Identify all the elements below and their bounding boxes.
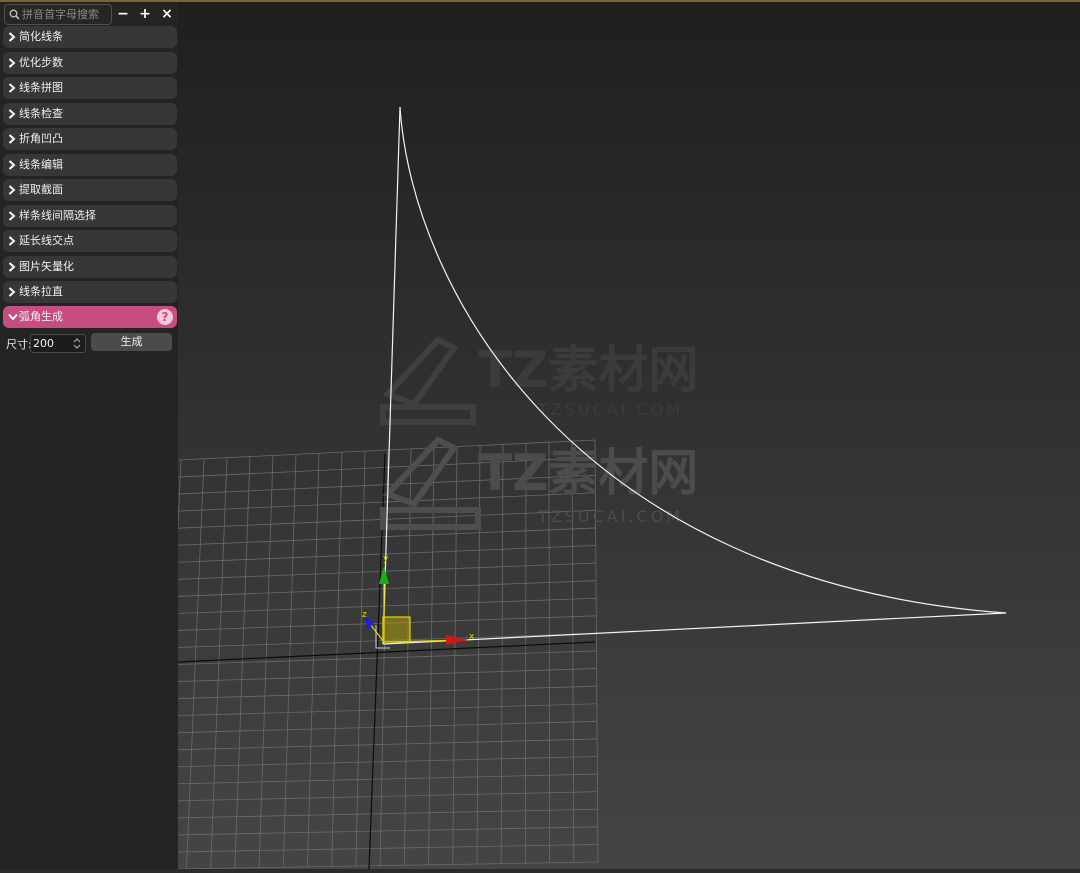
menu-item-label: 弧角生成 xyxy=(19,310,63,323)
3d-viewport[interactable]: TZ素材网 TZSUCAI.COM TZ素材网 TZSUCAI.COM y x xyxy=(137,2,1080,871)
viewport-background xyxy=(178,2,1080,869)
chevron-right-icon xyxy=(8,134,16,144)
menu-item-label: 延长线交点 xyxy=(19,234,74,247)
gizmo-y-label: y xyxy=(383,554,389,564)
menu-item-optimize-steps[interactable]: 优化步数 xyxy=(3,51,177,74)
search-field[interactable] xyxy=(4,4,112,25)
search-input[interactable] xyxy=(22,6,108,22)
generate-button[interactable]: 生成 xyxy=(91,333,172,351)
chevron-down-icon xyxy=(8,313,18,321)
menu-item-label: 优化步数 xyxy=(19,55,63,69)
watermark: TZ素材网 TZSUCAI.COM xyxy=(380,336,698,425)
menu-item-line-edit[interactable]: 线条编辑 xyxy=(3,153,177,176)
watermark-url: TZSUCAI.COM xyxy=(537,507,683,526)
menu-item-fold-convex[interactable]: 折角凹凸 xyxy=(3,128,177,150)
watermark-brand: TZ素材网 xyxy=(478,444,698,502)
chevron-right-icon xyxy=(8,32,16,42)
help-icon[interactable]: ? xyxy=(157,309,173,325)
chevron-right-icon xyxy=(8,236,16,246)
menu-item-extract-section[interactable]: 提取截面 xyxy=(3,179,177,201)
menu-item-line-check[interactable]: 线条检查 xyxy=(3,102,177,125)
search-icon xyxy=(9,9,20,20)
menu-item-label: 样条线间隔选择 xyxy=(19,208,96,222)
menu-item-label: 线条拉直 xyxy=(19,285,63,298)
add-button[interactable]: + xyxy=(136,4,154,24)
gizmo-plane-handle[interactable] xyxy=(382,616,411,643)
menu-item-label: 简化线条 xyxy=(19,30,63,43)
menu-item-label: 线条检查 xyxy=(19,106,63,120)
menu-item-label: 线条编辑 xyxy=(19,157,63,171)
chevron-right-icon xyxy=(8,83,16,93)
menu-item-label: 提取截面 xyxy=(19,183,63,196)
gizmo-z-label: z xyxy=(362,610,367,620)
menu-item-image-vectorize[interactable]: 图片矢量化 xyxy=(3,255,177,278)
size-stepper[interactable] xyxy=(30,334,86,353)
chevron-right-icon xyxy=(8,57,16,68)
tool-panel: − + × 简化线条优化步数线条拼图线条检查折角凹凸线条编辑提取截面样条线间隔选… xyxy=(0,2,178,869)
spinner-arrows-icon[interactable] xyxy=(71,336,83,351)
minimize-button[interactable]: − xyxy=(114,4,132,24)
menu-item-spline-interval-select[interactable]: 样条线间隔选择 xyxy=(3,204,177,227)
size-input[interactable] xyxy=(33,336,67,350)
viewport-canvas[interactable]: TZ素材网 TZSUCAI.COM TZ素材网 TZSUCAI.COM y x xyxy=(137,2,1080,871)
arc-size-row: 尺寸: 生成 xyxy=(3,332,177,354)
menu-item-line-puzzle[interactable]: 线条拼图 xyxy=(3,77,177,99)
menu-item-arc-corner[interactable]: 弧角生成 ? xyxy=(3,306,177,328)
chevron-right-icon xyxy=(8,159,16,170)
close-button[interactable]: × xyxy=(158,4,176,24)
menu-item-line-straighten[interactable]: 线条拉直 xyxy=(3,281,177,303)
gizmo-x-label: x xyxy=(469,632,475,642)
chevron-right-icon xyxy=(8,210,16,221)
size-label: 尺寸: xyxy=(6,338,32,351)
search-toolbar: − + × xyxy=(2,4,178,25)
menu-item-label: 图片矢量化 xyxy=(19,259,74,273)
chevron-right-icon xyxy=(8,185,16,195)
menu-item-label: 线条拼图 xyxy=(19,81,63,94)
menu-item-extend-intersection[interactable]: 延长线交点 xyxy=(3,230,177,252)
watermark-url: TZSUCAI.COM xyxy=(537,400,683,419)
chevron-right-icon xyxy=(8,108,16,119)
menu-item-simplify-lines[interactable]: 简化线条 xyxy=(3,26,177,48)
watermark-brand: TZ素材网 xyxy=(478,341,698,399)
chevron-right-icon xyxy=(8,261,16,272)
chevron-right-icon xyxy=(8,287,16,297)
menu-item-label: 折角凹凸 xyxy=(19,132,63,145)
